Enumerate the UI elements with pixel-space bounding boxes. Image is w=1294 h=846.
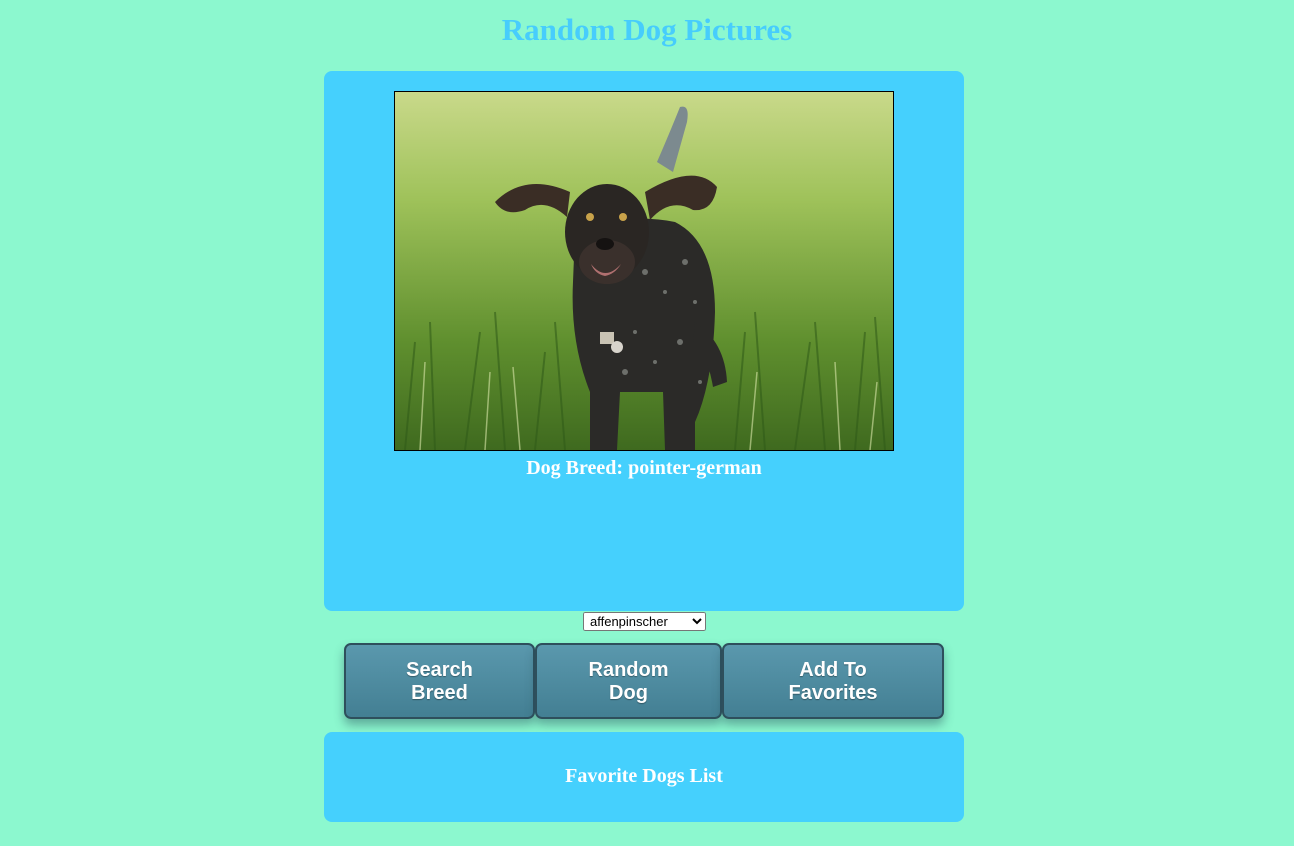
random-dog-label-line2: Dog xyxy=(609,682,648,704)
favorites-list: Favorite Dogs List xyxy=(324,732,964,822)
random-dog-label-line1: Random xyxy=(588,659,669,681)
dog-photo xyxy=(394,91,894,451)
breed-select[interactable]: affenpinscher xyxy=(583,612,706,631)
search-breed-label-line1: Search xyxy=(406,659,473,681)
breed-caption: Dog Breed: pointer-german xyxy=(526,457,762,479)
add-to-favorites-label-line1: Add To xyxy=(799,659,867,681)
add-to-favorites-button[interactable]: Add To Favorites xyxy=(722,643,944,719)
dog-card: Dog Breed: pointer-german xyxy=(324,71,964,611)
search-breed-label-line2: Breed xyxy=(411,682,468,704)
add-to-favorites-label-line2: Favorites xyxy=(788,682,878,704)
favorites-list-title: Favorite Dogs List xyxy=(565,765,723,787)
page-title: Random Dog Pictures xyxy=(501,12,793,47)
search-breed-button[interactable]: Search Breed xyxy=(344,643,535,719)
random-dog-button[interactable]: Random Dog xyxy=(535,643,722,719)
